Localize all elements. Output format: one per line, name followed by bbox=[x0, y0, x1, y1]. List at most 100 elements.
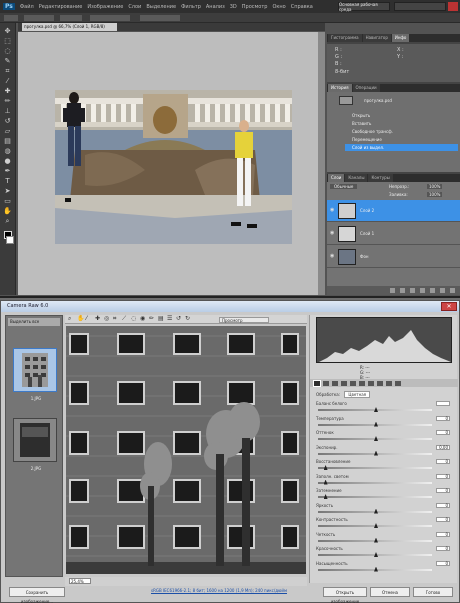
adjustment-slider[interactable]: Затемнение 0 bbox=[316, 488, 452, 502]
quick-select-icon[interactable]: ✎ bbox=[3, 57, 13, 65]
move-icon[interactable]: ✥ bbox=[3, 27, 13, 35]
menu-item-edit[interactable]: Редактирование bbox=[39, 4, 83, 10]
adjustment-slider[interactable]: Яркость 0 bbox=[316, 502, 452, 517]
distribute-buttons[interactable] bbox=[140, 15, 180, 21]
slider-value-field[interactable]: 0 bbox=[436, 531, 450, 537]
crop-icon[interactable]: ⌗ bbox=[3, 67, 13, 75]
slider-value-field[interactable]: 0 bbox=[436, 546, 450, 551]
document-photo[interactable] bbox=[55, 90, 292, 244]
close-icon[interactable]: ✕ bbox=[441, 302, 457, 311]
tab-actions[interactable]: Операции bbox=[352, 84, 380, 92]
slider-value-field[interactable]: 0 bbox=[436, 459, 450, 464]
eye-icon[interactable]: ◉ bbox=[330, 208, 335, 213]
adjustment-slider[interactable]: Четкость 0 bbox=[316, 531, 452, 546]
straighten-icon[interactable]: ⟋ bbox=[122, 316, 128, 322]
layer-name[interactable]: Слой 1 bbox=[360, 231, 374, 236]
layer-row[interactable]: ◉ Слой 2 bbox=[327, 200, 460, 222]
tab-navigator[interactable]: Навигатор bbox=[362, 34, 391, 42]
new-layer-icon[interactable] bbox=[440, 288, 445, 293]
adjustment-slider[interactable]: Контрастность 0 bbox=[316, 517, 452, 531]
healing-icon[interactable]: ✚ bbox=[3, 87, 13, 95]
history-state[interactable]: Вставить bbox=[345, 120, 458, 127]
canvas-area[interactable] bbox=[18, 32, 325, 295]
color-sampler-icon[interactable]: ✚ bbox=[95, 316, 101, 322]
save-image-button[interactable]: Сохранить изображение... bbox=[9, 587, 65, 603]
workspace-switcher[interactable]: Основная рабочая среда bbox=[338, 2, 390, 12]
menu-item-filter[interactable]: Фильтр bbox=[181, 4, 201, 10]
slider-value-field[interactable]: 0 bbox=[436, 488, 450, 493]
treatment-select[interactable]: Цветная bbox=[344, 391, 371, 398]
type-icon[interactable]: T bbox=[3, 177, 13, 185]
detail-tab-icon[interactable] bbox=[332, 380, 338, 386]
lasso-icon[interactable]: ◌ bbox=[3, 47, 13, 55]
transform-controls-checkbox[interactable] bbox=[60, 15, 82, 21]
blend-mode-select[interactable]: Обычные bbox=[330, 184, 358, 189]
effects-tab-icon[interactable] bbox=[368, 380, 374, 386]
tab-paths[interactable]: Контуры bbox=[368, 174, 393, 182]
new-group-icon[interactable] bbox=[430, 288, 435, 293]
link-layers-icon[interactable] bbox=[390, 288, 395, 293]
preview-checkbox[interactable]: Просмотр bbox=[219, 317, 269, 323]
eyedropper-icon[interactable]: ⁄ bbox=[3, 77, 13, 85]
image-preview[interactable] bbox=[66, 326, 306, 574]
layer-row[interactable]: ◉ Фон bbox=[327, 246, 460, 268]
history-state[interactable]: Открыть bbox=[345, 112, 458, 119]
menu-item-image[interactable]: Изображение bbox=[87, 4, 123, 10]
adjustment-slider[interactable]: Баланс белого bbox=[316, 401, 452, 415]
zoom-icon[interactable]: ⌕ bbox=[3, 217, 13, 225]
slider-value-field[interactable]: 0 bbox=[436, 415, 450, 421]
menu-item-window[interactable]: Окно bbox=[272, 4, 285, 10]
layer-style-icon[interactable] bbox=[400, 288, 405, 293]
history-state-selected[interactable]: Слой из выдел. bbox=[345, 144, 458, 151]
pen-icon[interactable]: ✒ bbox=[3, 167, 13, 175]
filmstrip-thumbnail-selected[interactable] bbox=[13, 348, 57, 392]
adjustment-slider[interactable]: Красочность 0 bbox=[316, 546, 452, 560]
spot-removal-icon[interactable]: ◌ bbox=[131, 316, 137, 322]
slider-value-field[interactable]: 0 bbox=[436, 430, 450, 435]
eraser-icon[interactable]: ▱ bbox=[3, 127, 13, 135]
menu-item-select[interactable]: Выделение bbox=[146, 4, 176, 10]
workflow-options-link[interactable]: sRGB IEC61966-2.1; 8 бит; 1600 на 1200 (… bbox=[151, 588, 287, 593]
opacity-field[interactable]: 100% bbox=[427, 184, 443, 189]
path-select-icon[interactable]: ➤ bbox=[3, 187, 13, 195]
zoom-icon[interactable]: ⌕ bbox=[68, 316, 74, 322]
adjustment-slider[interactable]: Восстановление 0 bbox=[316, 459, 452, 473]
target-adjust-icon[interactable]: ◎ bbox=[104, 316, 110, 322]
tab-channels[interactable]: Каналы bbox=[345, 174, 368, 182]
slider-track[interactable] bbox=[318, 496, 432, 498]
presets-tab-icon[interactable] bbox=[386, 380, 392, 386]
select-all-button[interactable]: Выделить все bbox=[8, 318, 60, 326]
slider-value-field[interactable]: 0,00 bbox=[436, 444, 450, 450]
hand-icon[interactable]: ✋ bbox=[77, 316, 84, 322]
brush-icon[interactable]: ✏ bbox=[3, 97, 13, 105]
slider-track[interactable] bbox=[318, 467, 432, 469]
adjustment-layer-icon[interactable] bbox=[420, 288, 425, 293]
camera-calibration-tab-icon[interactable] bbox=[377, 380, 383, 386]
vertical-scrollbar[interactable] bbox=[318, 32, 325, 295]
basic-tab-icon[interactable] bbox=[313, 379, 321, 387]
add-mask-icon[interactable] bbox=[410, 288, 415, 293]
hand-icon[interactable]: ✋ bbox=[3, 207, 13, 215]
tool-preset-picker[interactable] bbox=[4, 15, 18, 21]
auto-select-checkbox[interactable] bbox=[24, 15, 54, 21]
tone-curve-tab-icon[interactable] bbox=[323, 380, 329, 386]
eye-icon[interactable]: ◉ bbox=[330, 231, 335, 236]
stamp-icon[interactable]: ⊥ bbox=[3, 107, 13, 115]
tab-history[interactable]: История bbox=[328, 84, 352, 92]
cancel-button[interactable]: Отмена bbox=[370, 587, 410, 597]
menu-item-layers[interactable]: Слои bbox=[128, 4, 141, 10]
layer-row[interactable]: ◉ Слой 1 bbox=[327, 223, 460, 245]
slider-value-field[interactable]: 0 bbox=[436, 473, 450, 479]
white-balance-icon[interactable]: ⁄ bbox=[86, 316, 92, 322]
menu-item-analysis[interactable]: Анализ bbox=[206, 4, 225, 10]
adjustment-slider[interactable]: Заполн. светом 0 bbox=[316, 473, 452, 488]
menu-item-help[interactable]: Справка bbox=[291, 4, 313, 10]
crop-icon[interactable]: ⌗ bbox=[113, 316, 119, 322]
adjustment-slider[interactable]: Температура 0 bbox=[316, 415, 452, 430]
history-brush-icon[interactable]: ↺ bbox=[3, 117, 13, 125]
slider-track[interactable] bbox=[318, 481, 432, 484]
slider-value-field[interactable]: 0 bbox=[436, 502, 450, 508]
red-eye-icon[interactable]: ◉ bbox=[140, 316, 146, 322]
align-buttons[interactable] bbox=[90, 15, 130, 21]
close-window-button[interactable] bbox=[448, 2, 458, 11]
